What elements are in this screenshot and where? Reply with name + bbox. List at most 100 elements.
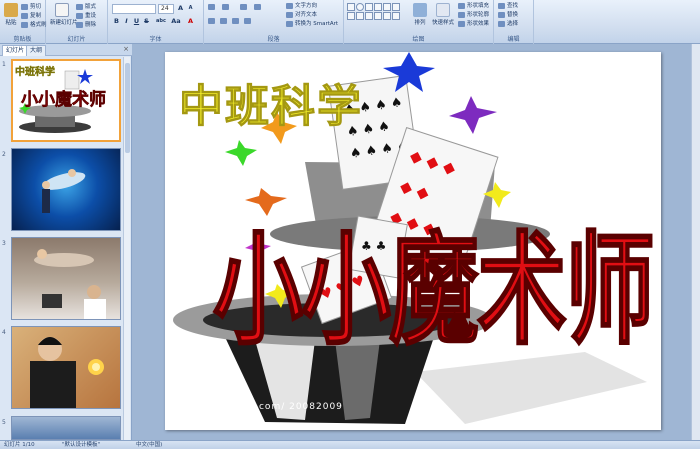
arrange-button[interactable]: 排列: [410, 3, 430, 29]
slide-counter: 幻灯片 1/10: [4, 442, 35, 448]
paste-button[interactable]: 粘贴: [2, 3, 20, 29]
shape-rounded-rect-icon[interactable]: [347, 12, 355, 20]
thumb-number: 2: [2, 151, 6, 158]
shape-line-icon[interactable]: [365, 3, 373, 11]
format-painter-button[interactable]: 格式刷: [21, 21, 47, 29]
slide-canvas[interactable]: ♠ ♠ ♠ ♠ ♠ ♠ ♠ ♠ ♠ ♠ ♠ ◆ ◆ ◆ ◆ ◆ ◆ ◆ ◆ ♥ …: [165, 52, 661, 430]
align-text-button[interactable]: 对齐文本: [286, 11, 317, 19]
bullets-button[interactable]: [208, 3, 217, 11]
clipboard-icon: [4, 3, 18, 17]
paragraph-group: 文字方向 对齐文本 转换为 SmartArt 段落: [204, 0, 344, 44]
panel-tabs: 幻灯片 大纲 ×: [0, 44, 132, 56]
slide-thumbnail-1[interactable]: 中班科学 小小魔术师: [11, 59, 121, 142]
align-right-button[interactable]: [232, 17, 241, 25]
font-name-combo[interactable]: [112, 4, 156, 14]
underline-button[interactable]: U: [132, 17, 141, 26]
clipboard-group-label: 剪贴板: [13, 36, 32, 43]
align-left-button[interactable]: [208, 17, 217, 25]
slides-panel: 幻灯片 大纲 × 1 中班科学 小小魔术师 2 3 4 5: [0, 44, 132, 440]
shape-star-icon[interactable]: [392, 3, 400, 11]
cut-button[interactable]: 剪切: [21, 3, 41, 11]
select-button[interactable]: 选择: [498, 20, 518, 28]
clipboard-group: 粘贴 剪切 复制 格式刷 剪贴板: [0, 0, 47, 44]
thumb-number: 3: [2, 240, 6, 247]
justify-button[interactable]: [244, 17, 253, 25]
align-center-button[interactable]: [220, 17, 229, 25]
shape-rectangle-icon[interactable]: [347, 3, 355, 11]
font-group-label: 字体: [149, 36, 162, 43]
shape-outline-button[interactable]: 形状轮廓: [458, 11, 489, 19]
powerpoint-window: 粘贴 剪切 复制 格式刷 剪贴板 新建幻灯片 版式 重设 删除 幻灯片 24 A…: [0, 0, 700, 449]
status-bar: 幻灯片 1/10 "默认设计模板" 中文(中国): [0, 440, 700, 449]
tab-slides[interactable]: 幻灯片: [2, 45, 29, 56]
thumb-magician-photo: [34, 249, 106, 319]
delete-button[interactable]: 删除: [76, 21, 96, 29]
slide-thumbnail-3[interactable]: [11, 237, 121, 320]
italic-button[interactable]: I: [122, 17, 131, 26]
replace-button[interactable]: 替换: [498, 11, 518, 19]
watermark-text: ZOOHOS nipic.com/ 20082009: [179, 402, 343, 412]
shape-callout-icon[interactable]: [356, 12, 364, 20]
new-slide-icon: [55, 3, 69, 17]
tab-outline[interactable]: 大纲: [26, 45, 47, 56]
strikethrough-button[interactable]: S: [142, 17, 151, 26]
shape-textbox-icon[interactable]: [383, 12, 391, 20]
arrange-icon: [413, 3, 427, 17]
paragraph-group-label: 段落: [267, 36, 280, 43]
font-color-button[interactable]: A: [186, 17, 195, 26]
thumb-title: 中班科学: [15, 67, 55, 78]
bold-button[interactable]: B: [112, 17, 121, 26]
layout-button[interactable]: 版式: [76, 3, 96, 11]
reset-button[interactable]: 重设: [76, 12, 96, 20]
find-button[interactable]: 查找: [498, 2, 518, 10]
shapes-gallery[interactable]: [347, 3, 407, 29]
shape-oval-icon[interactable]: [356, 3, 364, 11]
decrease-indent-button[interactable]: [240, 3, 249, 11]
thumb-number: 4: [2, 329, 6, 336]
slide-editor-scrollbar[interactable]: [691, 44, 700, 440]
quick-styles-button[interactable]: 快速样式: [432, 3, 454, 29]
theme-name: "默认设计模板": [62, 442, 101, 448]
quick-styles-icon: [436, 3, 450, 17]
thumb-subtitle: 小小魔术师: [21, 90, 107, 111]
copy-button[interactable]: 复制: [21, 12, 41, 20]
purple-sparkle-icon: [449, 96, 497, 134]
slide-thumbnail-4[interactable]: [11, 326, 121, 409]
editing-group-label: 编辑: [507, 36, 520, 43]
shape-more-icon[interactable]: [392, 12, 400, 20]
text-direction-button[interactable]: 文字方向: [286, 2, 317, 10]
convert-smartart-button[interactable]: 转换为 SmartArt: [286, 20, 338, 28]
slide-editor: ♠ ♠ ♠ ♠ ♠ ♠ ♠ ♠ ♠ ♠ ♠ ◆ ◆ ◆ ◆ ◆ ◆ ◆ ◆ ♥ …: [133, 44, 700, 440]
font-size-combo[interactable]: 24: [158, 4, 174, 14]
slides-panel-scrollbar[interactable]: [123, 57, 130, 440]
shape-fill-button[interactable]: 形状填充: [458, 2, 489, 10]
grow-font-button[interactable]: A: [176, 4, 185, 13]
thumb-performer-photo: [30, 337, 104, 408]
shrink-font-button[interactable]: A: [186, 4, 195, 13]
slide-title[interactable]: 中班科学: [179, 70, 363, 134]
shape-triangle-icon[interactable]: [383, 3, 391, 11]
numbering-button[interactable]: [222, 3, 231, 11]
increase-indent-button[interactable]: [254, 3, 263, 11]
shadow-button[interactable]: abc: [154, 17, 168, 26]
drawing-group-label: 绘图: [412, 36, 425, 43]
shape-curve-icon[interactable]: [374, 12, 382, 20]
language-indicator: 中文(中国): [136, 442, 163, 448]
shape-arrow-icon[interactable]: [374, 3, 382, 11]
slide-thumbnail-5[interactable]: [11, 416, 121, 440]
editing-group: 查找 替换 选择 编辑: [494, 0, 534, 44]
thumb-number: 1: [2, 61, 6, 68]
ribbon: 粘贴 剪切 复制 格式刷 剪贴板 新建幻灯片 版式 重设 删除 幻灯片 24 A…: [0, 0, 700, 44]
change-case-button[interactable]: Aa: [170, 17, 182, 26]
shape-brace-icon[interactable]: [365, 12, 373, 20]
green-sparkle-icon: [225, 140, 257, 166]
close-icon[interactable]: ×: [123, 45, 129, 53]
thumb-number: 5: [2, 419, 6, 426]
slides-group: 新建幻灯片 版式 重设 删除 幻灯片: [46, 0, 108, 44]
slide-thumbnail-2[interactable]: [11, 148, 121, 231]
shape-effects-button[interactable]: 形状效果: [458, 20, 489, 28]
font-group: 24 A A B I U S abc Aa A 字体: [108, 0, 204, 44]
scrollbar-thumb[interactable]: [125, 63, 130, 153]
new-slide-button[interactable]: 新建幻灯片: [50, 3, 78, 29]
slide-subtitle[interactable]: 小小魔术师: [212, 192, 656, 368]
